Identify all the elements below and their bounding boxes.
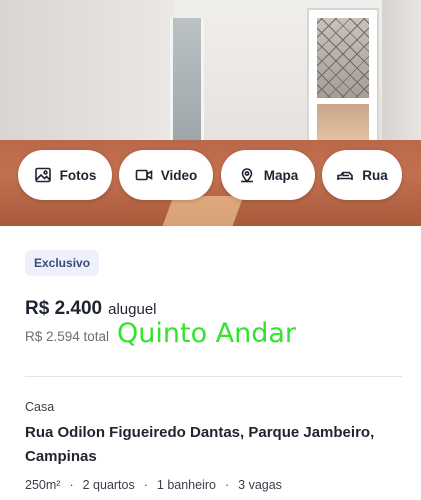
photo-wall-left [0, 0, 175, 160]
property-features: 250m² · 2 quartos · 1 banheiro · 3 vagas [25, 478, 282, 492]
total-price: R$ 2.594 total [25, 329, 110, 344]
rua-button[interactable]: Rua [322, 150, 402, 200]
feature-bathrooms: 1 banheiro [156, 478, 216, 492]
photo-inner-door [170, 18, 204, 140]
section-divider [25, 376, 402, 377]
street-view-icon [337, 171, 354, 180]
feature-separator: · [224, 478, 230, 492]
video-button-label: Video [160, 167, 198, 183]
feature-parking: 3 vagas [238, 478, 282, 492]
feature-area: 250m² [25, 478, 61, 492]
rent-price-suffix: aluguel [108, 301, 157, 318]
photo-door-grille [317, 18, 369, 98]
fotos-button-label: Fotos [59, 167, 97, 183]
rua-button-label: Rua [362, 167, 388, 183]
feature-separator: · [143, 478, 148, 492]
mapa-button[interactable]: Mapa [221, 150, 315, 200]
rent-price-value: R$ 2.400 [25, 298, 103, 319]
property-address: Rua Odilon Figueiredo Dantas, Parque Jam… [25, 424, 375, 465]
feature-bedrooms: 2 quartos [82, 478, 135, 492]
photo-exterior-door [307, 8, 379, 160]
video-camera-icon [135, 169, 153, 181]
fotos-button[interactable]: Fotos [18, 150, 112, 200]
rent-price: R$ 2.400 aluguel [25, 298, 157, 320]
mapa-button-label: Mapa [263, 167, 299, 183]
feature-separator: · [69, 478, 74, 492]
property-type: Casa [25, 400, 55, 414]
media-buttons: Fotos Video Mapa Rua [0, 150, 421, 200]
video-button[interactable]: Video [119, 150, 213, 200]
map-pin-icon [240, 168, 253, 183]
watermark-text: Quinto Andar [117, 318, 297, 349]
image-icon [34, 167, 51, 183]
exclusive-badge: Exclusivo [25, 250, 100, 276]
photo-sunlight [162, 196, 244, 226]
